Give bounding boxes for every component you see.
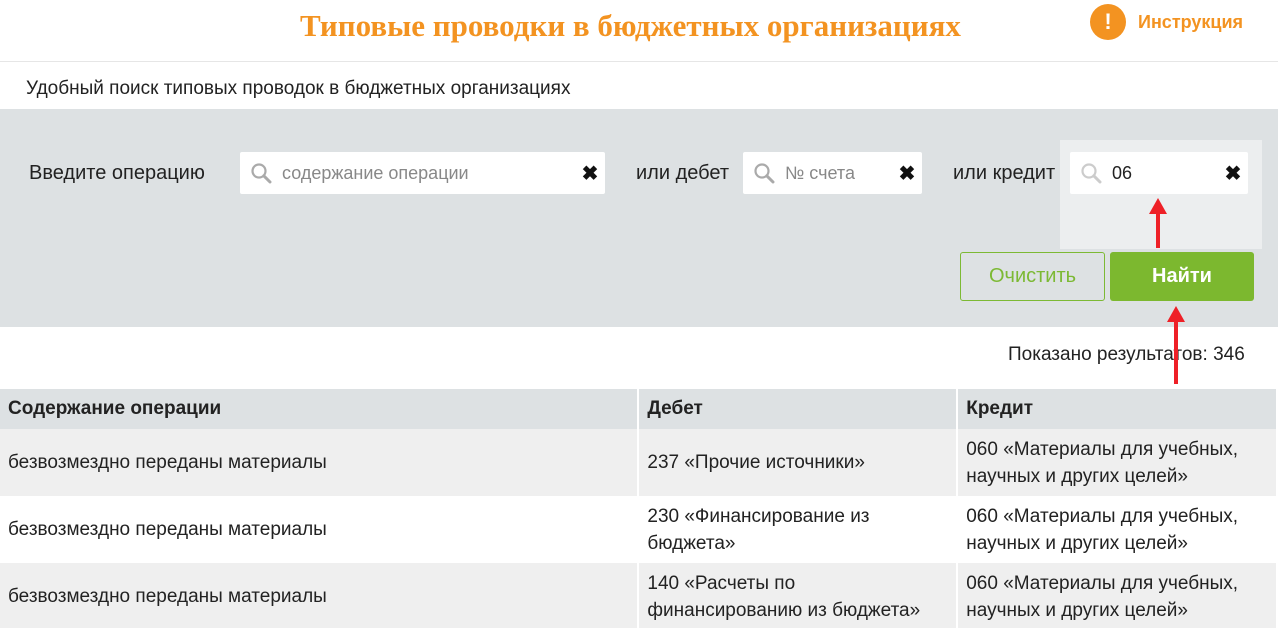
search-icon (753, 162, 775, 184)
instruction-link[interactable]: ! Инструкция (1090, 4, 1243, 40)
table-header-row: Содержание операции Дебет Кредит (0, 389, 1278, 429)
cell-credit: 060 «Материалы для учебных, научных и др… (957, 429, 1278, 496)
cell-operation: безвозмездно переданы материалы (0, 429, 640, 496)
page-header: Типовые проводки в бюджетных организация… (0, 0, 1278, 62)
header-debit: Дебет (638, 389, 959, 429)
cell-debit: 140 «Расчеты по финансированию из бюджет… (638, 563, 959, 628)
search-icon (250, 162, 272, 184)
header-credit: Кредит (957, 389, 1278, 429)
clear-debit-icon[interactable]: ✖ (892, 161, 922, 186)
table-row: безвозмездно переданы материалы 237 «Про… (0, 429, 1278, 496)
operation-field[interactable]: содержание операции ✖ (240, 152, 605, 194)
clear-button[interactable]: Очистить (960, 252, 1105, 301)
debit-input[interactable]: № счета (785, 163, 892, 184)
cell-operation: безвозмездно переданы материалы (0, 496, 640, 563)
operation-label: Введите операцию (29, 162, 205, 184)
debit-field[interactable]: № счета ✖ (743, 152, 922, 194)
credit-label: или кредит (953, 162, 1056, 184)
cell-credit: 060 «Материалы для учебных, научных и др… (957, 563, 1278, 628)
cell-credit: 060 «Материалы для учебных, научных и др… (957, 496, 1278, 563)
page-title: Типовые проводки в бюджетных организация… (300, 8, 961, 43)
credit-field[interactable]: 06 ✖ (1070, 152, 1248, 194)
instruction-label[interactable]: Инструкция (1138, 12, 1243, 33)
clear-credit-icon[interactable]: ✖ (1218, 161, 1248, 186)
search-icon (1080, 162, 1102, 184)
results-table: Содержание операции Дебет Кредит безвозм… (0, 389, 1278, 628)
find-button[interactable]: Найти (1110, 252, 1254, 301)
header-operation: Содержание операции (0, 389, 640, 429)
operation-input[interactable]: содержание операции (282, 163, 575, 184)
results-count: Показано результатов: 346 (1008, 344, 1245, 365)
page-subtitle: Удобный поиск типовых проводок в бюджетн… (26, 78, 571, 99)
annotation-arrow-credit (1149, 198, 1167, 248)
clear-operation-icon[interactable]: ✖ (575, 161, 605, 186)
annotation-arrow-find (1167, 306, 1185, 384)
table-row: безвозмездно переданы материалы 230 «Фин… (0, 496, 1278, 563)
credit-input[interactable]: 06 (1112, 163, 1218, 184)
cell-debit: 230 «Финансирование из бюджета» (638, 496, 959, 563)
exclamation-icon: ! (1090, 4, 1126, 40)
cell-debit: 237 «Прочие источники» (638, 429, 959, 496)
debit-label: или дебет (636, 162, 729, 184)
table-row: безвозмездно переданы материалы 140 «Рас… (0, 563, 1278, 628)
cell-operation: безвозмездно переданы материалы (0, 563, 640, 628)
